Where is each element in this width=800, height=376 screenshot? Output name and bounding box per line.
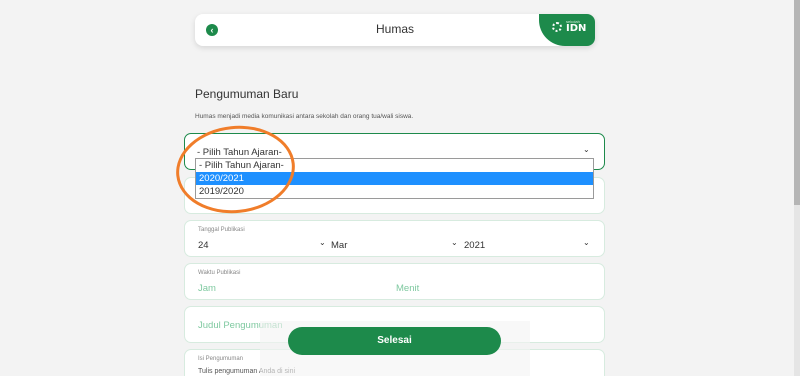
waktu-publikasi-field: Waktu Publikasi Jam Menit — [184, 263, 605, 300]
chevron-down-icon: ⌄ — [583, 238, 590, 247]
tanggal-publikasi-field: Tanggal Publikasi 24 ⌄ Mar ⌄ 2021 ⌄ — [184, 220, 605, 257]
scrollbar-thumb[interactable] — [794, 0, 800, 205]
chevron-down-icon: ⌄ — [583, 145, 590, 154]
isi-label: Isi Pengumuman — [198, 356, 244, 362]
app-header: ‹ Humas sekolah IDN — [195, 14, 595, 46]
month-select[interactable]: Mar — [331, 240, 347, 251]
section-description: Humas menjadi media komunikasi antara se… — [195, 113, 414, 120]
day-select[interactable]: 24 — [198, 240, 209, 251]
submit-button[interactable]: Selesai — [288, 327, 501, 355]
waktu-label: Waktu Publikasi — [198, 270, 241, 276]
tanggal-label: Tanggal Publikasi — [198, 227, 245, 233]
jam-input[interactable]: Jam — [198, 283, 216, 294]
page-title: Humas — [375, 22, 414, 36]
scrollbar[interactable] — [794, 0, 800, 376]
menit-input[interactable]: Menit — [396, 283, 419, 294]
school-logo: sekolah IDN — [539, 14, 595, 46]
section-heading: Pengumuman Baru — [195, 87, 299, 101]
sun-icon — [552, 22, 562, 32]
year-select[interactable]: 2021 — [464, 240, 485, 251]
chevron-down-icon: ⌄ — [319, 238, 326, 247]
logo-text: IDN — [566, 23, 587, 34]
chevron-down-icon: ⌄ — [451, 238, 458, 247]
